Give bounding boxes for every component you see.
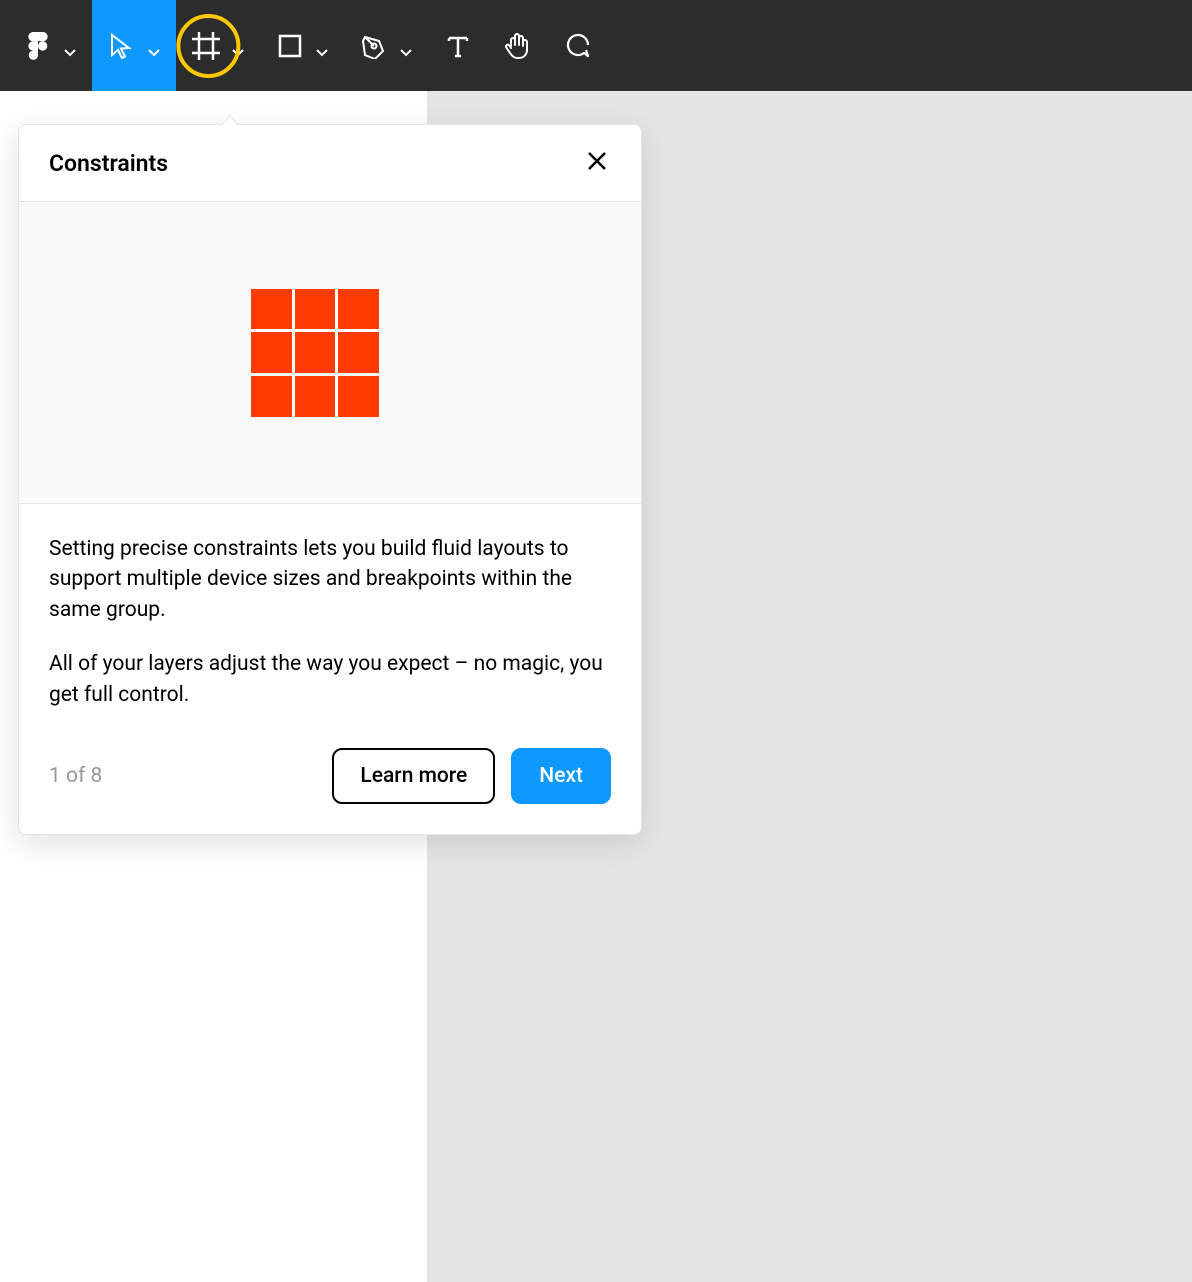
hand-icon <box>504 32 532 60</box>
grid-cell <box>295 289 336 330</box>
chevron-down-icon <box>148 42 160 50</box>
tooltip-footer: 1 of 8 Learn more Next <box>19 740 641 834</box>
shape-tool-button[interactable] <box>260 0 344 91</box>
pen-icon <box>360 32 388 60</box>
frame-tool-button[interactable] <box>176 0 260 91</box>
comment-icon <box>564 32 592 60</box>
text-tool-button[interactable] <box>428 0 488 91</box>
figma-menu-button[interactable] <box>8 0 92 91</box>
tooltip-body: Setting precise constraints lets you bui… <box>19 504 641 740</box>
onboarding-tooltip: Constraints Setting precise constraints <box>18 124 642 835</box>
chevron-down-icon <box>316 42 328 50</box>
tooltip-title: Constraints <box>49 150 168 177</box>
pen-tool-button[interactable] <box>344 0 428 91</box>
tooltip-paragraph-2: All of your layers adjust the way you ex… <box>49 649 611 710</box>
tooltip-illustration <box>19 202 641 504</box>
comment-tool-button[interactable] <box>548 0 608 91</box>
chevron-down-icon <box>400 42 412 50</box>
tooltip-arrow <box>219 115 239 125</box>
cursor-icon <box>108 32 136 60</box>
main-toolbar <box>0 0 1192 91</box>
grid-cell <box>251 289 292 330</box>
close-button[interactable] <box>583 149 611 177</box>
footer-buttons: Learn more Next <box>332 748 611 804</box>
frame-icon <box>192 32 220 60</box>
tooltip-paragraph-1: Setting precise constraints lets you bui… <box>49 534 611 625</box>
constraint-grid-illustration <box>251 289 379 417</box>
grid-cell <box>338 332 379 373</box>
step-indicator: 1 of 8 <box>49 764 102 788</box>
grid-cell <box>295 332 336 373</box>
tooltip-description: Setting precise constraints lets you bui… <box>49 534 611 710</box>
chevron-down-icon <box>64 42 76 50</box>
rectangle-icon <box>276 32 304 60</box>
learn-more-button[interactable]: Learn more <box>332 748 495 804</box>
grid-cell <box>251 376 292 417</box>
close-icon <box>586 150 608 176</box>
grid-cell <box>338 376 379 417</box>
grid-cell <box>251 332 292 373</box>
hand-tool-button[interactable] <box>488 0 548 91</box>
figma-logo-icon <box>24 32 52 60</box>
chevron-down-icon <box>232 42 244 50</box>
grid-cell <box>295 376 336 417</box>
text-icon <box>444 32 472 60</box>
tooltip-header: Constraints <box>19 125 641 202</box>
next-button[interactable]: Next <box>511 748 611 804</box>
move-tool-button[interactable] <box>92 0 176 91</box>
grid-cell <box>338 289 379 330</box>
